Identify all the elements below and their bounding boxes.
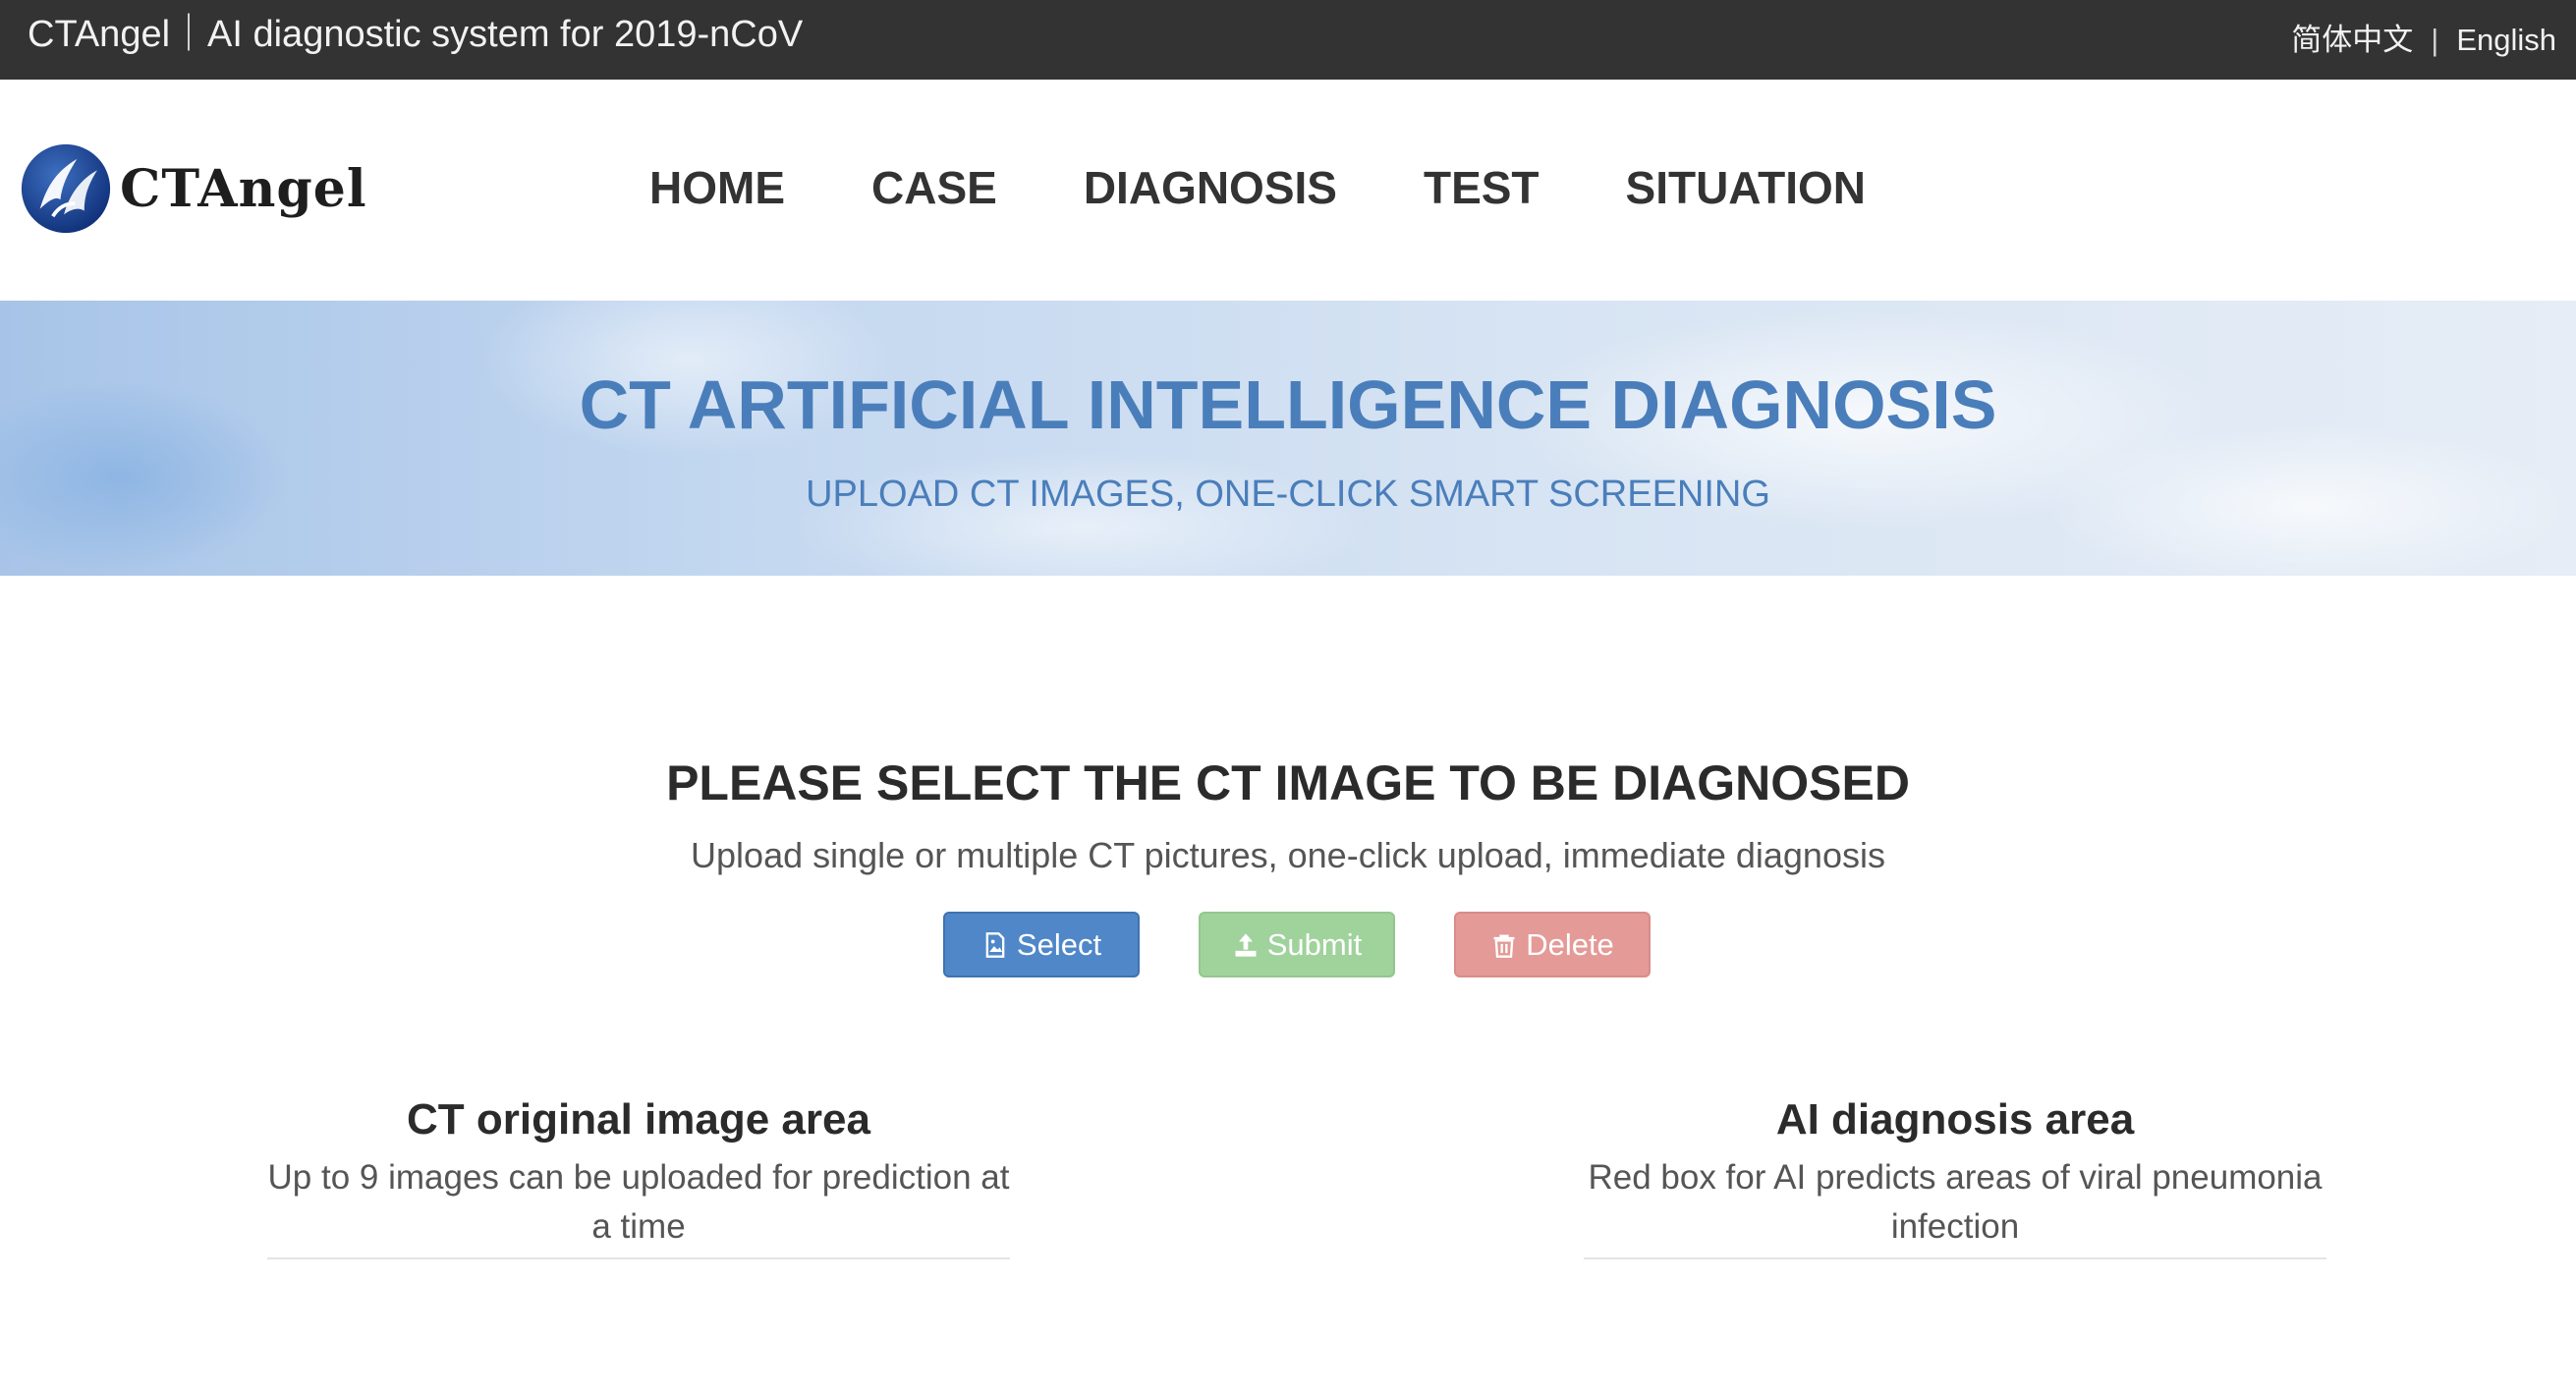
- logo[interactable]: CTAngel: [20, 142, 367, 235]
- header: CTAngel HOME CASE DIAGNOSIS TEST SITUATI…: [0, 80, 2576, 301]
- site-title: CTAngel｜AI diagnostic system for 2019-nC…: [28, 14, 804, 55]
- delete-button[interactable]: Delete: [1454, 912, 1651, 977]
- trash-icon: [1493, 934, 1515, 958]
- hero-banner: CT ARTIFICIAL INTELLIGENCE DIAGNOSIS UPL…: [0, 301, 2576, 576]
- lang-english-link[interactable]: English: [2456, 18, 2556, 63]
- select-button-label: Select: [1016, 926, 1102, 962]
- ai-diagnosis-area-title: AI diagnosis area: [1775, 1095, 2135, 1144]
- nav-case[interactable]: CASE: [871, 158, 997, 217]
- banner-subtitle: UPLOAD CT IMAGES, ONE-CLICK SMART SCREEN…: [806, 474, 1770, 515]
- ai-diagnosis-area-description: Red box for AI predicts areas of viral p…: [1588, 1158, 2323, 1246]
- nav-test[interactable]: TEST: [1424, 158, 1540, 217]
- logo-text: CTAngel: [120, 158, 367, 219]
- main-nav: HOME CASE DIAGNOSIS TEST SITUATION: [649, 158, 1866, 217]
- nav-diagnosis[interactable]: DIAGNOSIS: [1084, 158, 1337, 217]
- submit-button-label: Submit: [1266, 926, 1363, 962]
- delete-button-label: Delete: [1526, 926, 1614, 962]
- nav-situation[interactable]: SITUATION: [1626, 158, 1866, 217]
- lang-chinese-link[interactable]: 简体中文: [2291, 18, 2413, 63]
- ct-original-area-title: CT original image area: [407, 1095, 870, 1144]
- ai-diagnosis-area: AI diagnosis area Red box for AI predict…: [1584, 1088, 2326, 1259]
- divider: [1584, 1257, 2326, 1259]
- top-bar: CTAngel｜AI diagnostic system for 2019-nC…: [0, 0, 2576, 80]
- language-switcher: 简体中文 | English: [2291, 18, 2556, 63]
- select-button[interactable]: Select: [943, 912, 1140, 977]
- action-buttons: Select Submit Delete: [943, 912, 1651, 977]
- nav-home[interactable]: HOME: [649, 158, 785, 217]
- lang-separator: |: [2431, 23, 2439, 57]
- upload-section-title: PLEASE SELECT THE CT IMAGE TO BE DIAGNOS…: [666, 755, 1910, 810]
- ct-original-area-description: Up to 9 images can be uploaded for predi…: [267, 1158, 1010, 1246]
- upload-section-description: Upload single or multiple CT pictures, o…: [691, 835, 1885, 875]
- upload-icon: [1235, 932, 1257, 957]
- submit-button[interactable]: Submit: [1199, 912, 1395, 977]
- image-file-icon: [985, 931, 1005, 958]
- ct-original-image-area: CT original image area Up to 9 images ca…: [267, 1088, 1010, 1259]
- angel-wing-logo-icon: [21, 143, 111, 234]
- divider: [267, 1257, 1010, 1259]
- banner-title: CT ARTIFICIAL INTELLIGENCE DIAGNOSIS: [579, 366, 1997, 443]
